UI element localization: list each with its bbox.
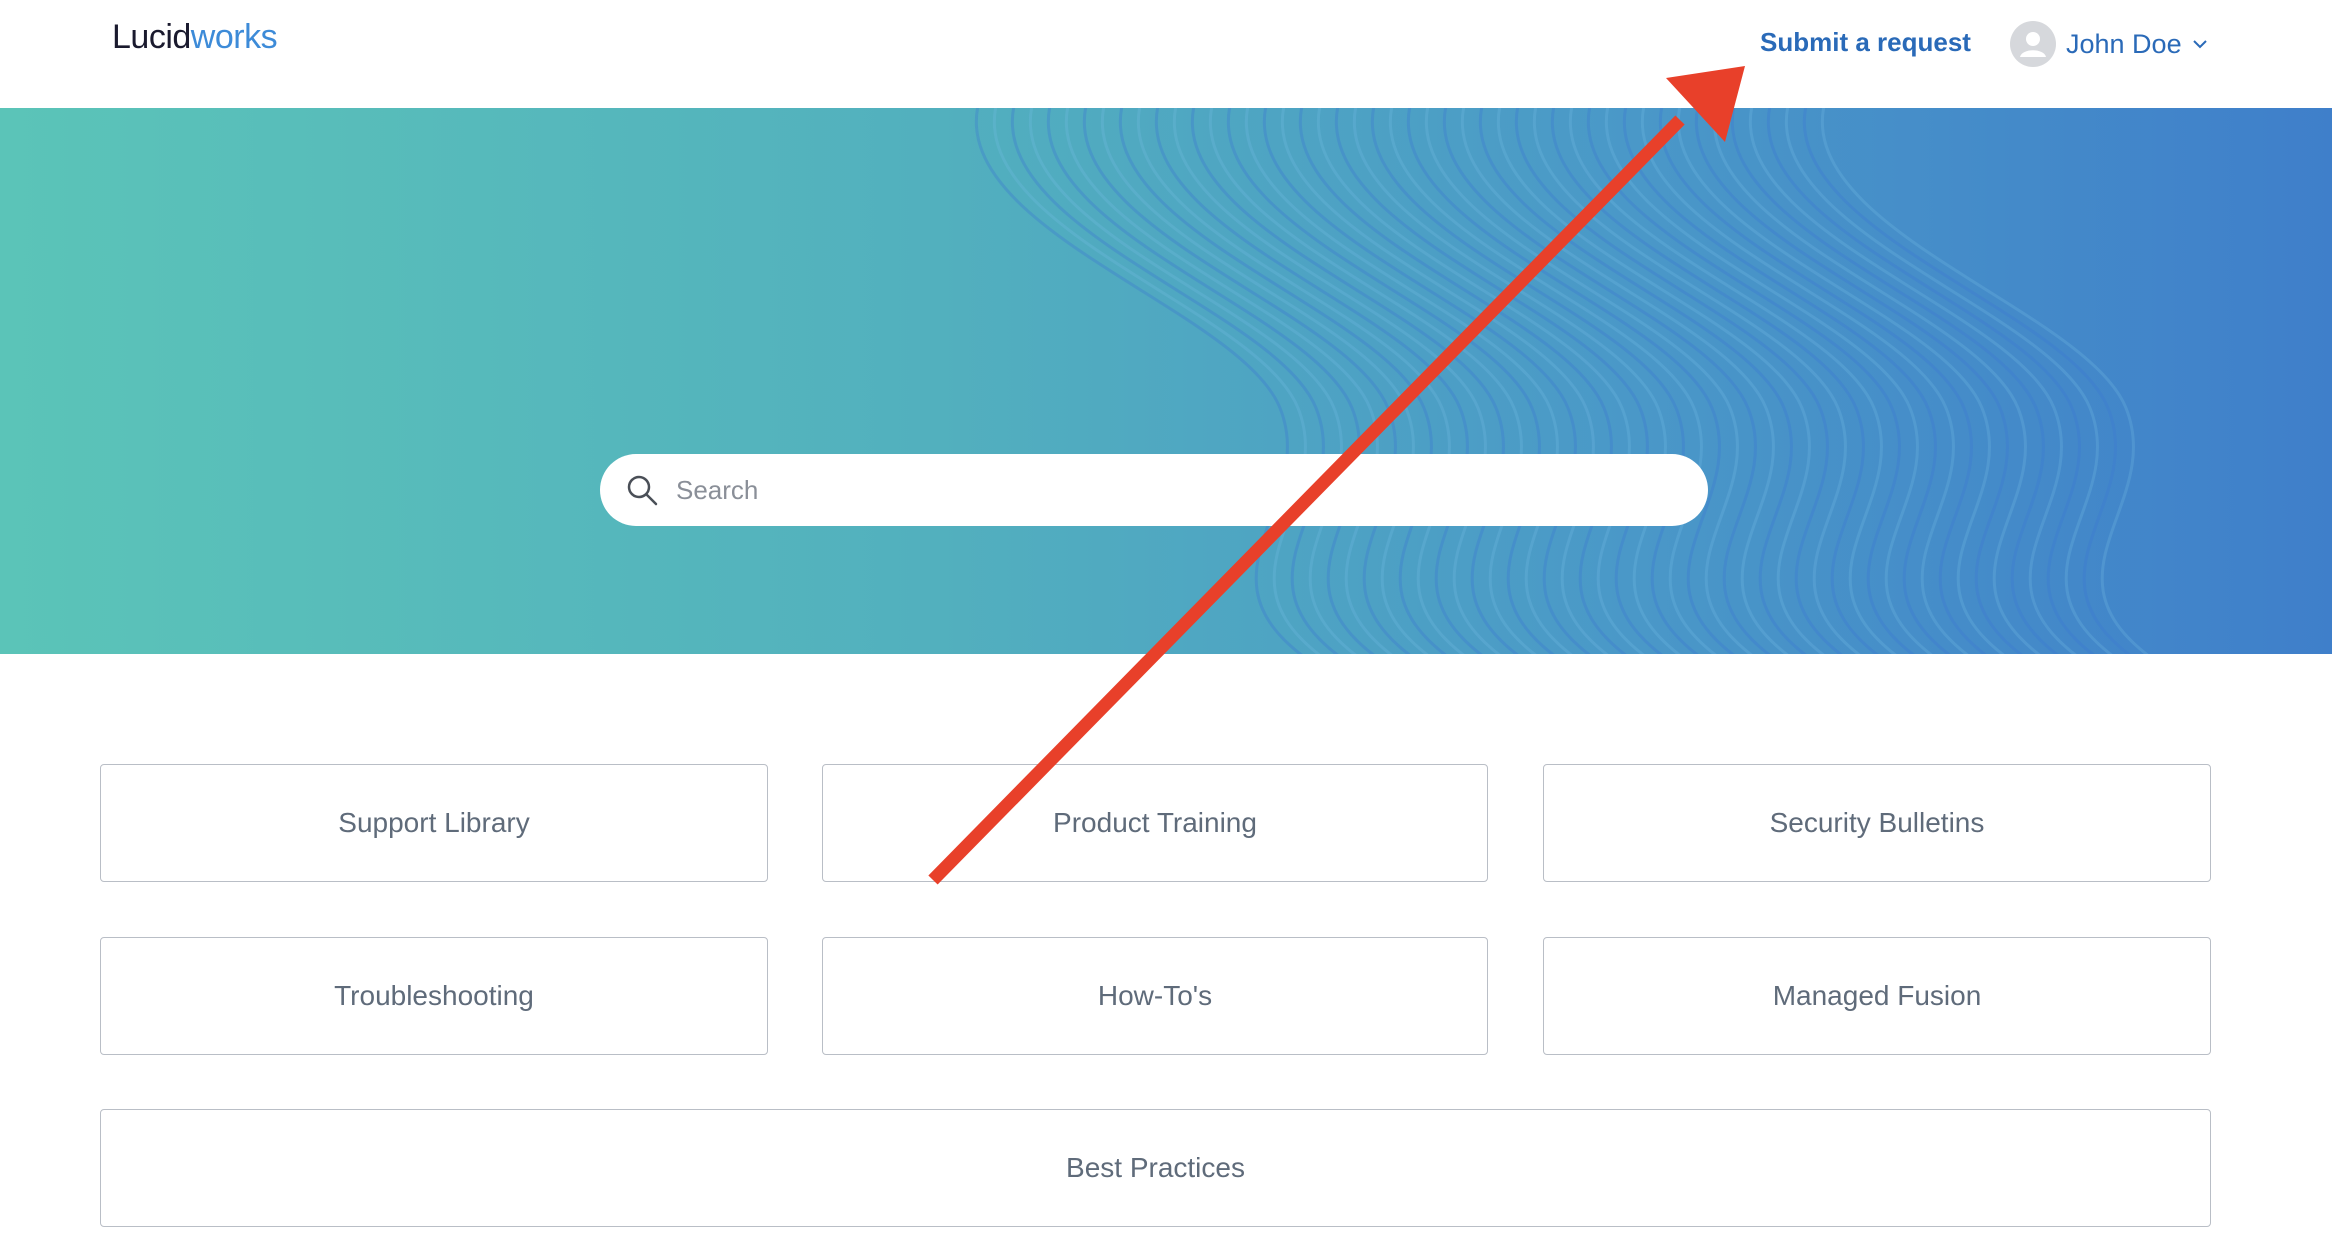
wave-line <box>1065 108 1393 654</box>
wave-line <box>975 108 1303 654</box>
wave-line <box>1029 108 1357 654</box>
submit-request-link[interactable]: Submit a request <box>1760 27 1971 58</box>
category-best-practices[interactable]: Best Practices <box>100 1109 2211 1227</box>
search-bar[interactable] <box>600 454 1708 526</box>
user-name: John Doe <box>2066 28 2182 59</box>
person-icon <box>2010 21 2056 67</box>
category-troubleshooting[interactable]: Troubleshooting <box>100 937 768 1055</box>
category-security-bulletins[interactable]: Security Bulletins <box>1543 764 2211 882</box>
wave-line <box>993 108 1321 654</box>
wave-line <box>1047 108 1375 654</box>
search-input[interactable] <box>674 473 1678 507</box>
logo-text-works: works <box>190 18 278 56</box>
category-support-library[interactable]: Support Library <box>100 764 768 882</box>
user-menu[interactable]: John Doe <box>2010 20 2208 68</box>
help-center-page: Lucid works Submit a request John Doe Se… <box>0 0 2332 1260</box>
category-managed-fusion[interactable]: Managed Fusion <box>1543 937 2211 1055</box>
top-header: Lucid works Submit a request John Doe <box>0 0 2332 108</box>
wave-line <box>1011 108 1339 654</box>
magnifier-icon <box>627 475 658 506</box>
category-how-tos[interactable]: How-To's <box>822 937 1488 1055</box>
wave-pattern <box>975 108 2149 654</box>
category-product-training[interactable]: Product Training <box>822 764 1488 882</box>
lucidworks-logo[interactable]: Lucid works <box>112 18 278 57</box>
chevron-down-icon <box>2192 40 2207 49</box>
hero-banner <box>0 108 2332 654</box>
logo-text-lucid: Lucid <box>112 18 191 56</box>
